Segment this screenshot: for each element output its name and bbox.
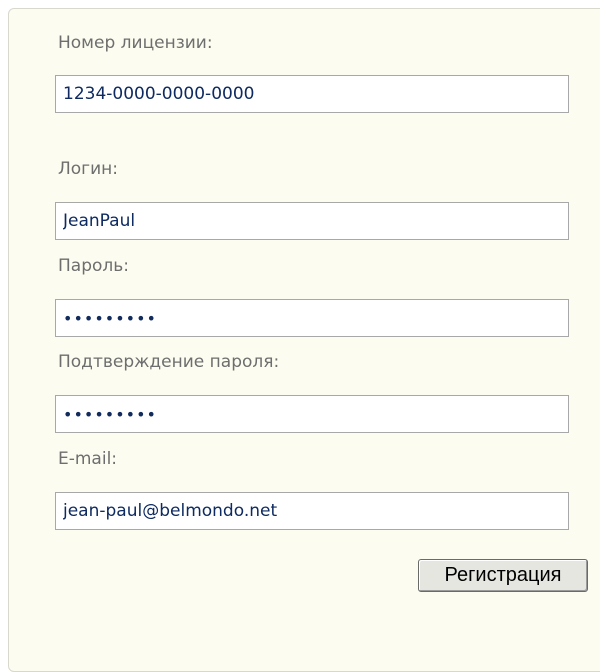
password-confirm-label: Подтверждение пароля:	[58, 352, 280, 372]
password-confirm-input[interactable]	[55, 395, 569, 433]
password-input[interactable]	[55, 299, 569, 337]
login-input[interactable]	[55, 202, 569, 240]
register-button[interactable]: Регистрация	[418, 559, 588, 592]
password-label: Пароль:	[58, 256, 130, 276]
license-number-input[interactable]	[55, 75, 569, 113]
login-label: Логин:	[58, 159, 119, 179]
email-label: E-mail:	[58, 449, 118, 469]
email-input[interactable]	[55, 492, 569, 530]
license-number-label: Номер лицензии:	[58, 33, 213, 53]
registration-form-panel: Номер лицензии: Логин: Пароль: Подтвержд…	[8, 8, 600, 672]
